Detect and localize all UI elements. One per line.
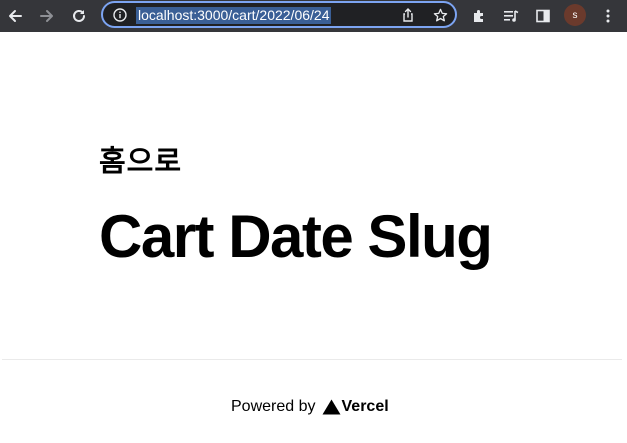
profile-avatar[interactable]: s bbox=[564, 4, 586, 26]
powered-by-vercel-link[interactable]: Powered by Vercel bbox=[231, 398, 389, 416]
footer-divider bbox=[2, 359, 622, 360]
back-arrow-icon[interactable] bbox=[3, 4, 27, 28]
address-bar[interactable]: localhost:3000/cart/2022/06/24 bbox=[101, 1, 457, 28]
kebab-menu-icon[interactable] bbox=[596, 4, 620, 28]
page-content: 홈으로 Cart Date Slug Powered by Vercel bbox=[0, 32, 627, 443]
share-icon[interactable] bbox=[399, 6, 417, 24]
vercel-triangle-icon bbox=[322, 399, 340, 415]
puzzle-icon[interactable] bbox=[467, 4, 491, 28]
url-text[interactable]: localhost:3000/cart/2022/06/24 bbox=[136, 7, 332, 24]
vercel-wordmark: Vercel bbox=[341, 398, 389, 415]
powered-by-text: Powered by bbox=[231, 398, 316, 415]
star-icon[interactable] bbox=[431, 6, 449, 24]
info-icon[interactable] bbox=[111, 6, 129, 24]
forward-arrow-icon[interactable] bbox=[35, 4, 59, 28]
page-title: Cart Date Slug bbox=[99, 203, 493, 270]
reload-icon[interactable] bbox=[67, 4, 91, 28]
home-link[interactable]: 홈으로 bbox=[99, 138, 182, 180]
side-panel-icon[interactable] bbox=[531, 4, 555, 28]
media-control-icon[interactable] bbox=[499, 4, 523, 28]
browser-toolbar: localhost:3000/cart/2022/06/24 s bbox=[0, 0, 627, 32]
vercel-logo: Vercel bbox=[322, 398, 389, 416]
